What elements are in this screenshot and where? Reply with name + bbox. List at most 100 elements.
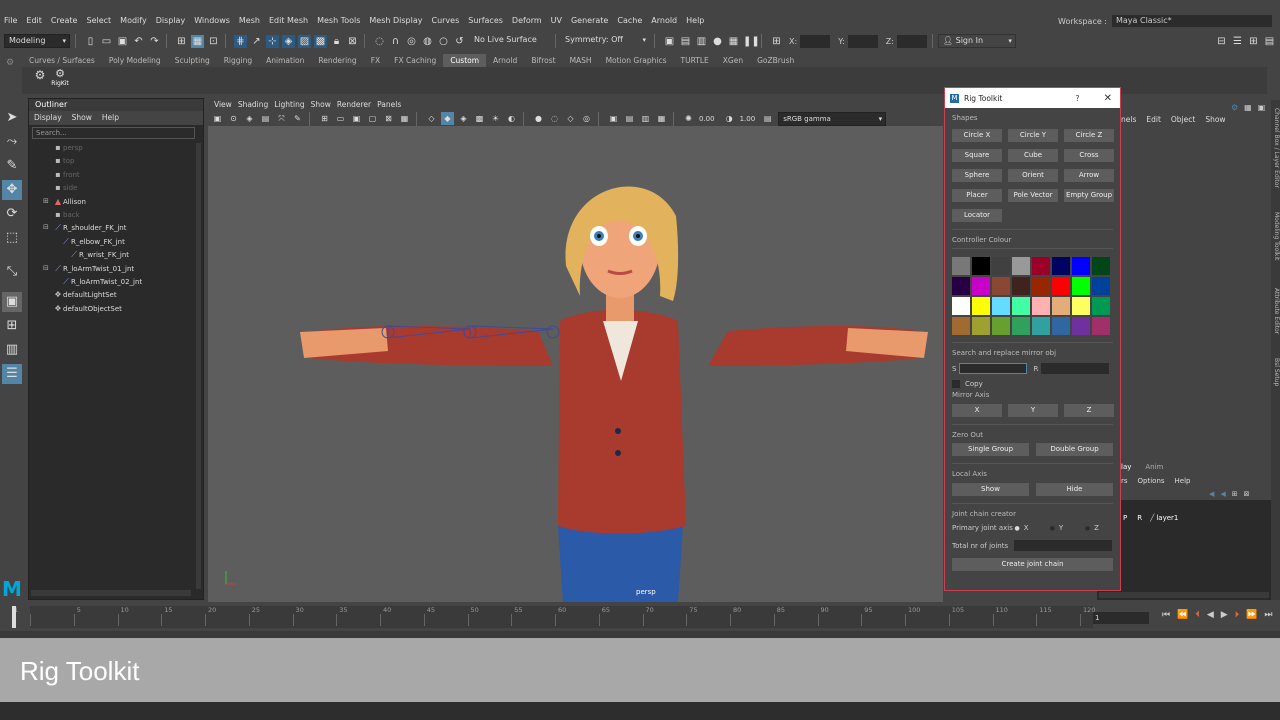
layer-menu-options[interactable]: Options (1138, 474, 1165, 488)
soft-select-icon[interactable]: ◍ (421, 35, 434, 48)
outliner-item[interactable]: ▪ front (29, 168, 203, 181)
menu-surfaces[interactable]: Surfaces (468, 16, 503, 25)
menu-mesh[interactable]: Mesh (239, 16, 260, 25)
help-button[interactable]: ? (1075, 94, 1079, 103)
viewport-panel[interactable]: View Shading Lighting Show Renderer Panels ▣ … (208, 99, 943, 602)
layer-menu-help[interactable]: Help (1175, 474, 1191, 488)
outliner-item[interactable]: ▪ back (29, 208, 203, 221)
shelf-tab-mash[interactable]: MASH (563, 54, 599, 67)
primary-axis-z-radio[interactable]: ● Z (1085, 524, 1120, 532)
transform-mode-icon[interactable]: ⊞ (770, 35, 783, 48)
workspace-selector[interactable]: Workspace : Maya Classic* (1058, 15, 1272, 27)
resolution-gate-icon[interactable]: ▣ (350, 112, 363, 125)
snap-grid-icon[interactable]: ⋕ (234, 34, 247, 48)
viewport-menu-lighting[interactable]: Lighting (274, 99, 304, 111)
color-swatch[interactable] (1072, 317, 1090, 335)
channel-icon-1[interactable]: ⚙ (1231, 103, 1238, 112)
magnet-icon[interactable]: ∩ (389, 35, 402, 48)
shelf-tab-motion-graphics[interactable]: Motion Graphics (599, 54, 674, 67)
single-perspective-icon[interactable]: ▣ (2, 292, 22, 312)
redo-icon[interactable]: ↷ (148, 35, 161, 48)
hypershade-icon[interactable]: ● (711, 35, 724, 48)
color-swatch[interactable] (992, 277, 1010, 295)
channel-icon-3[interactable]: ▣ (1258, 103, 1266, 112)
2d-pan-icon[interactable]: ⤧ (275, 112, 288, 125)
snap-point-icon[interactable]: ⊹ (266, 34, 279, 48)
create-joint-chain-button[interactable]: Create joint chain (952, 558, 1113, 571)
render-settings-icon[interactable]: ▥ (695, 35, 708, 48)
shelf-tab-arnold[interactable]: Arnold (486, 54, 524, 67)
outliner-search-input[interactable]: Search... (32, 127, 195, 139)
primary-axis-x-radio[interactable]: ● X (1015, 524, 1050, 532)
menu-uv[interactable]: UV (551, 16, 562, 25)
go-to-end-icon[interactable]: ⏭ (1264, 610, 1272, 620)
smooth-shade-icon[interactable]: ◆ (441, 112, 454, 125)
motion-blur-icon[interactable]: ◌ (548, 112, 561, 125)
layer-name[interactable]: layer1 (1156, 514, 1178, 522)
paint-select-tool-icon[interactable]: ✎ (2, 156, 22, 176)
expand-icon[interactable]: ⊞ (43, 195, 49, 208)
xray-icon[interactable]: ▤ (623, 112, 636, 125)
outliner-hscrollbar[interactable] (31, 590, 191, 596)
outliner-menu-display[interactable]: Display (34, 111, 62, 125)
render-view-icon[interactable]: ▦ (727, 35, 740, 48)
vertical-tab-channel-box-layer-editor[interactable]: Channel Box / Layer Editor (1271, 108, 1280, 188)
color-swatch[interactable] (1032, 257, 1050, 275)
pause-icon[interactable]: ❚❚ (743, 35, 760, 48)
outliner-item[interactable]: ❖defaultLightSet (29, 288, 203, 301)
modeling-toolkit-icon[interactable]: ⊟ (1215, 35, 1228, 48)
menu-edit-mesh[interactable]: Edit Mesh (269, 16, 308, 25)
shape-locator-button[interactable]: Locator (952, 209, 1002, 222)
mode-dropdown[interactable]: Modeling ▾ (4, 34, 70, 48)
time-slider[interactable]: 1 5 10 15 20 25 30 35 40 45 50 55 60 65 70 75 80 85 90 95 10… (12, 606, 1095, 628)
close-icon[interactable]: ✕ (1104, 93, 1112, 104)
shelf-tab-gozbrush[interactable]: GoZBrush (750, 54, 801, 67)
save-scene-icon[interactable]: ▣ (116, 35, 129, 48)
grid-icon[interactable]: ⊞ (318, 112, 331, 125)
show-axis-button[interactable]: Show (952, 483, 1029, 496)
snap-vertex-icon[interactable]: ▩ (314, 34, 327, 48)
reflection-icon[interactable]: ○ (437, 35, 450, 48)
color-swatch[interactable] (952, 317, 970, 335)
lasso-tool-icon[interactable]: ⤳ (2, 132, 22, 152)
shelf-tab-custom[interactable]: Custom (443, 54, 487, 67)
select-tool-icon[interactable]: ➤ (2, 108, 22, 128)
wireframe-icon[interactable]: ◇ (425, 112, 438, 125)
shadows-icon[interactable]: ◐ (505, 112, 518, 125)
shelf-tab-xgen[interactable]: XGen (716, 54, 750, 67)
menu-generate[interactable]: Generate (571, 16, 608, 25)
shape-sphere-button[interactable]: Sphere (952, 169, 1002, 182)
outliner-item[interactable]: ⊟ ⟋ R_loArmTwist_01_jnt (29, 262, 203, 275)
color-swatch[interactable] (1012, 297, 1030, 315)
ambient-occlusion-icon[interactable]: ● (532, 112, 545, 125)
grease-pencil-icon[interactable]: ✎ (291, 112, 304, 125)
rigkit-shelf-button[interactable]: ⚙ RigKit (48, 68, 72, 88)
safe-action-icon[interactable]: ▦ (398, 112, 411, 125)
color-swatch[interactable] (1092, 317, 1110, 335)
shelf-tab-rigging[interactable]: Rigging (217, 54, 259, 67)
ipr-render-icon[interactable]: ▤ (679, 35, 692, 48)
search-field[interactable] (959, 363, 1028, 374)
color-swatch[interactable] (1032, 277, 1050, 295)
layer-hscrollbar[interactable] (1099, 592, 1269, 598)
color-swatch[interactable] (992, 257, 1010, 275)
current-frame-field[interactable]: 1 (1093, 612, 1149, 624)
viewport-menu-panels[interactable]: Panels (377, 99, 401, 111)
menu-mesh-display[interactable]: Mesh Display (369, 16, 422, 25)
exposure-value[interactable]: 0.00 (699, 115, 715, 123)
paint-select-icon[interactable]: ◎ (405, 35, 418, 48)
render-icon[interactable]: ▣ (663, 35, 676, 48)
outliner-item[interactable]: ▪ top (29, 154, 203, 167)
color-swatch[interactable] (1012, 257, 1030, 275)
scale-tool-icon[interactable]: ⬚ (2, 228, 22, 248)
viewport-menu-show[interactable]: Show (311, 99, 331, 111)
shape-placer-button[interactable]: Placer (952, 189, 1002, 202)
film-gate-icon[interactable]: ▭ (334, 112, 347, 125)
anti-aliasing-icon[interactable]: ◇ (564, 112, 577, 125)
rig-toolkit-titlebar[interactable]: M Rig Toolkit ? ✕ (945, 88, 1120, 108)
select-hierarchy-icon[interactable]: ⊞ (175, 35, 188, 48)
gamma-icon[interactable]: ◑ (723, 112, 736, 125)
menu-create[interactable]: Create (51, 16, 78, 25)
step-forward-frame-icon[interactable]: ⏵ (1235, 610, 1240, 620)
menu-file[interactable]: File (4, 16, 17, 25)
